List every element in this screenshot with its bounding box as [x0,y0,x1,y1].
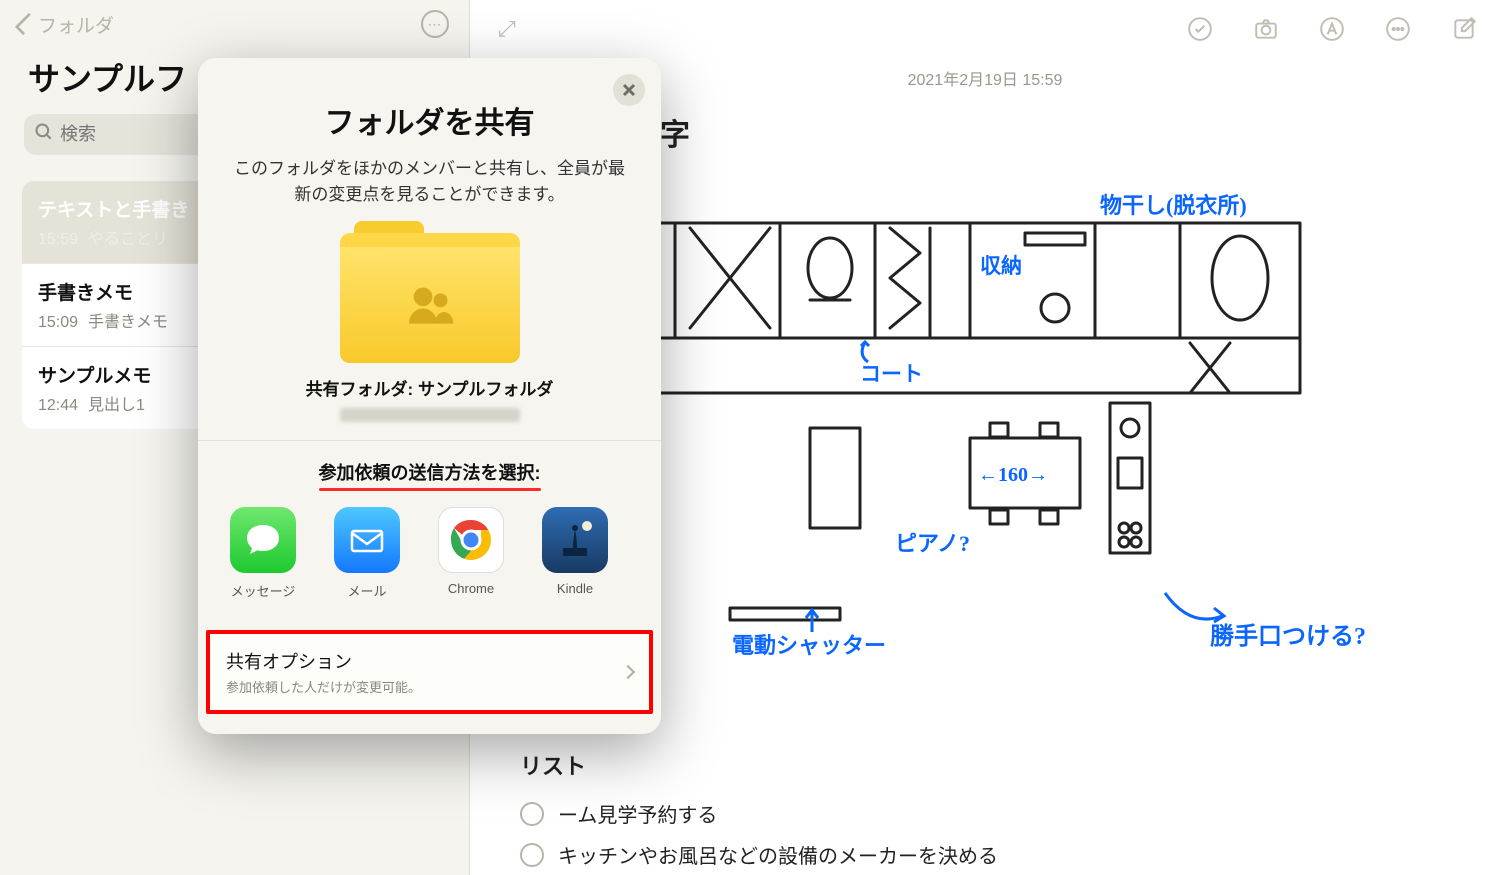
people-icon [402,277,458,333]
ellipsis-icon: ⋯ [428,16,443,33]
share-app-messages[interactable]: メッセージ [224,507,302,600]
checklist-icon[interactable] [1186,15,1214,43]
popover-title: フォルダを共有 [198,58,661,156]
close-icon [622,83,636,97]
share-folder-popover: フォルダを共有 このフォルダをほかのメンバーと共有し、全員が最新の変更点を見るこ… [198,58,661,734]
more-icon[interactable] [1384,15,1412,43]
checkbox-icon[interactable] [520,843,544,867]
search-icon [34,122,54,147]
app-label: メッセージ [231,581,296,600]
share-options-highlight: 共有オプション 参加依頼した人だけが変更可能。 [206,630,653,714]
send-method-label: 参加依頼の送信方法を選択: [319,459,541,485]
annotation: 勝手口つける? [1210,616,1366,651]
more-button[interactable]: ⋯ [421,10,449,38]
annotation: ピアノ? [895,526,970,558]
share-folder-name: 共有フォルダ: サンプルフォルダ [198,375,661,400]
share-app-row[interactable]: メッセージ メール Chrome Kindle Pi [218,485,641,606]
expand-icon[interactable]: ⤢ [492,10,522,48]
back-button[interactable]: フォルダ [20,11,114,38]
annotation: 物干し(脱衣所) [1100,188,1247,220]
popover-description: このフォルダをほかのメンバーと共有し、全員が最新の変更点を見ることができます。 [198,156,661,227]
checklist-item[interactable]: ーム見学予約する [520,793,1450,834]
app-label: メール [347,581,386,600]
back-label: フォルダ [38,11,114,38]
share-app-more[interactable]: Pi [640,507,641,600]
checklist-text: キッチンやお風呂などの設備のメーカーを決める [558,840,998,869]
app-label: Kindle [557,581,593,596]
mail-icon [334,507,400,573]
annotation: ←160→ [978,464,1048,487]
share-app-kindle[interactable]: Kindle [536,507,614,600]
kindle-icon [542,507,608,573]
checklist-heading: リスト [520,749,1450,781]
chevron-left-icon [15,13,38,36]
app-label: Chrome [448,581,494,596]
share-app-chrome[interactable]: Chrome [432,507,510,600]
shared-folder-icon [340,233,520,363]
camera-icon[interactable] [1252,15,1280,43]
messages-icon [230,507,296,573]
share-app-mail[interactable]: メール [328,507,406,600]
checklist: リスト ーム見学予約する キッチンやお風呂などの設備のメーカーを決める [470,749,1500,875]
chrome-icon [438,507,504,573]
share-options-subtitle: 参加依頼した人だけが変更可能。 [226,677,421,696]
checklist-text: ーム見学予約する [558,799,717,828]
share-options-title: 共有オプション [226,648,421,674]
annotation: 収納 [980,256,1022,277]
compose-icon[interactable] [1450,15,1478,43]
chevron-right-icon [621,665,635,679]
share-owner-blurred [340,408,520,422]
share-options-row[interactable]: 共有オプション 参加依頼した人だけが変更可能。 [210,634,649,710]
close-button[interactable] [613,74,645,106]
checklist-item[interactable]: キッチンやお風呂などの設備のメーカーを決める [520,834,1450,875]
markup-icon[interactable] [1318,15,1346,43]
note-toolbar [1186,15,1478,43]
checkbox-icon[interactable] [520,802,544,826]
